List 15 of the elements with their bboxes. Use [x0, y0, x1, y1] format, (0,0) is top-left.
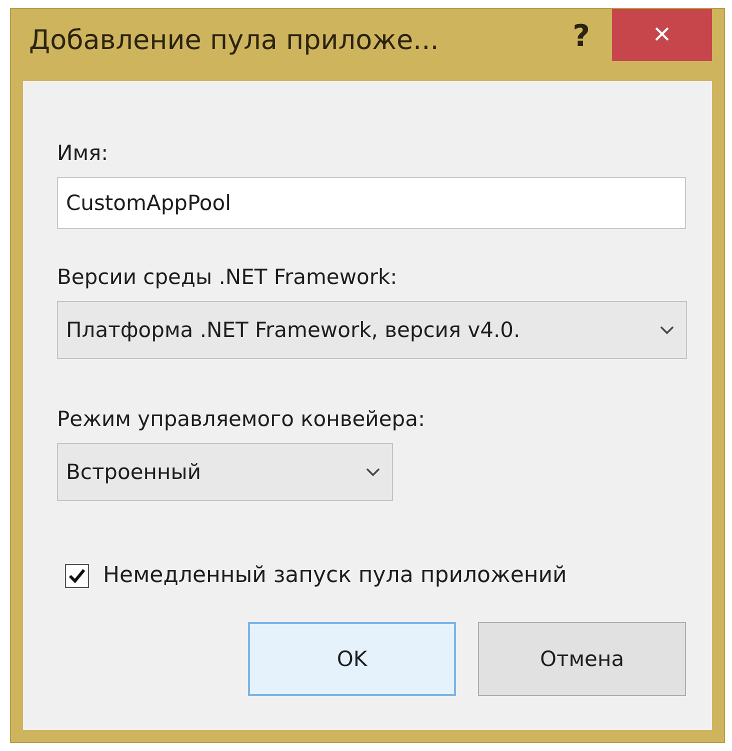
window-title: Добавление пула приложе...	[29, 25, 440, 56]
help-button[interactable]: ?	[572, 19, 590, 54]
field-label: Имя:	[57, 141, 110, 165]
field-label: Режим управляемого конвейера:	[57, 407, 426, 431]
dropdown[interactable]: Платформа .NET Framework, версия v4.0.	[57, 301, 687, 359]
checkbox-label[interactable]: Немедленный запуск пула приложений	[103, 563, 567, 588]
field-label: Версии среды .NET Framework:	[57, 265, 398, 289]
close-button[interactable]: ×	[612, 9, 712, 61]
input-field[interactable]: CustomAppPool	[57, 177, 686, 229]
cancel-button[interactable]: Отмена	[478, 622, 686, 696]
dropdown[interactable]: Встроенный	[57, 443, 393, 501]
chevron-icon	[660, 326, 674, 334]
checkbox[interactable]	[65, 564, 89, 588]
ok-button[interactable]: OK	[248, 622, 456, 696]
chevron-icon	[366, 468, 380, 476]
